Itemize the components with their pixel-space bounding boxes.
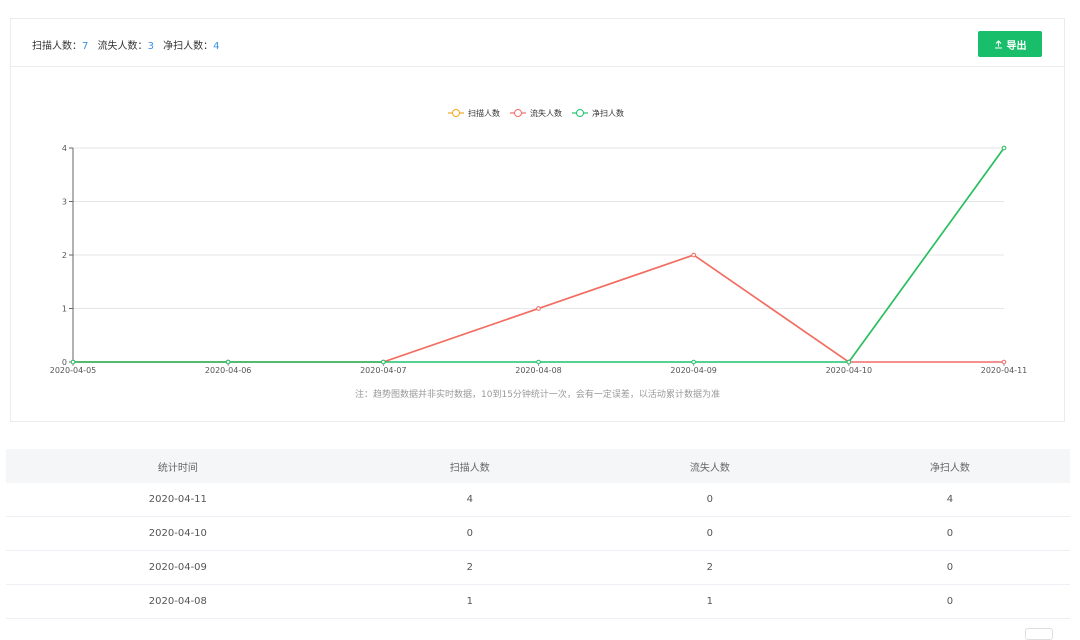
y-tick-label: 1	[62, 305, 67, 314]
table-cell: 1	[349, 584, 590, 619]
x-tick-label: 2020-04-10	[826, 366, 873, 375]
y-tick-label: 3	[62, 198, 67, 207]
stat-label: 流失人数：	[97, 41, 148, 52]
table-cell: 0	[589, 516, 830, 551]
table-cell: 2020-04-10	[6, 516, 350, 551]
table-row: 2020-04-10 0 0 0	[6, 516, 1070, 551]
x-tick-label: 2020-04-09	[670, 366, 717, 375]
stats-table: 统计时间 扫描人数 流失人数 净扫人数 2020-04-11 4 0 4 202…	[6, 449, 1070, 619]
stat-value: 7	[82, 41, 89, 52]
trend-card: 扫描人数：7 流失人数：3 净扫人数：4 导出 0 1 2 3 4 2020-04-05 2…	[10, 18, 1065, 422]
table-row: 2020-04-11 4 0 4	[6, 483, 1070, 517]
column-header: 流失人数	[589, 449, 830, 483]
table-header-row: 统计时间 扫描人数 流失人数 净扫人数	[6, 449, 1070, 483]
chart-note: 注：趋势图数据并非实时数据，10到15分钟统计一次，会有一定误差，以活动累计数据…	[355, 390, 720, 400]
legend-label: 流失人数	[530, 108, 562, 118]
table-cell: 0	[829, 516, 1070, 551]
column-header: 统计时间	[6, 449, 350, 483]
table-cell: 1	[589, 584, 830, 619]
data-point	[846, 359, 852, 365]
stat-scan: 扫描人数：7	[32, 41, 88, 52]
table-cell: 0	[829, 584, 1070, 619]
y-tick-label: 4	[62, 144, 67, 153]
data-point	[70, 359, 76, 365]
legend-marker	[576, 109, 584, 117]
table-cell: 0	[829, 550, 1070, 585]
stat-value: 3	[147, 41, 154, 52]
data-point	[536, 306, 541, 311]
column-header: 净扫人数	[829, 449, 1070, 483]
table-cell: 0	[589, 483, 830, 517]
x-tick-label: 2020-04-05	[50, 366, 97, 375]
x-tick-label: 2020-04-06	[205, 366, 252, 375]
x-tick-label: 2020-04-07	[360, 366, 407, 375]
data-point	[691, 252, 696, 258]
pagination-control[interactable]	[1025, 628, 1053, 640]
table-row: 2020-04-08 1 1 0	[6, 584, 1070, 619]
data-point	[536, 359, 541, 365]
summary-stats: 扫描人数：7 流失人数：3 净扫人数：4	[32, 37, 226, 52]
table-cell: 2020-04-08	[6, 584, 350, 619]
table-cell: 4	[349, 483, 590, 517]
table-cell: 4	[829, 483, 1070, 517]
upload-icon	[994, 39, 1002, 49]
export-label: 导出	[1006, 40, 1027, 52]
trend-chart: 0 1 2 3 4 2020-04-05 2020-04-06 2020-04-07 2020-…	[11, 67, 1066, 421]
data-point	[1001, 145, 1007, 151]
legend-marker	[452, 109, 460, 117]
trend-chart-svg: 012342020-04-05 2020-04-06 2020-04-07 2020-…	[50, 108, 1028, 375]
stat-value: 4	[213, 41, 220, 52]
table-cell: 0	[349, 516, 590, 551]
table-row: 2020-04-09 2 2 0	[6, 550, 1070, 585]
legend-label: 扫描人数	[468, 108, 500, 118]
data-point	[691, 359, 696, 365]
table-cell: 2	[349, 550, 590, 585]
table-cell: 2	[589, 550, 830, 585]
column-header: 扫描人数	[349, 449, 590, 483]
data-point	[225, 359, 231, 365]
data-point	[381, 359, 386, 365]
stat-label: 净扫人数：	[163, 41, 214, 52]
table-cell: 2020-04-11	[6, 483, 350, 517]
y-tick-label: 2	[62, 251, 67, 260]
x-tick-label: 2020-04-08	[515, 366, 562, 375]
export-button[interactable]: 导出	[978, 31, 1042, 57]
x-tick-label: 2020-04-11	[981, 366, 1028, 375]
stat-net: 净扫人数：4	[163, 41, 219, 52]
card-header: 扫描人数：7 流失人数：3 净扫人数：4 导出	[11, 19, 1064, 67]
stat-label: 扫描人数：	[32, 41, 82, 52]
data-point	[1001, 359, 1007, 365]
legend-label: 净扫人数	[592, 108, 624, 118]
table-cell: 2020-04-09	[6, 550, 350, 585]
legend-marker	[514, 109, 522, 117]
stat-lost: 流失人数：3	[98, 41, 154, 52]
